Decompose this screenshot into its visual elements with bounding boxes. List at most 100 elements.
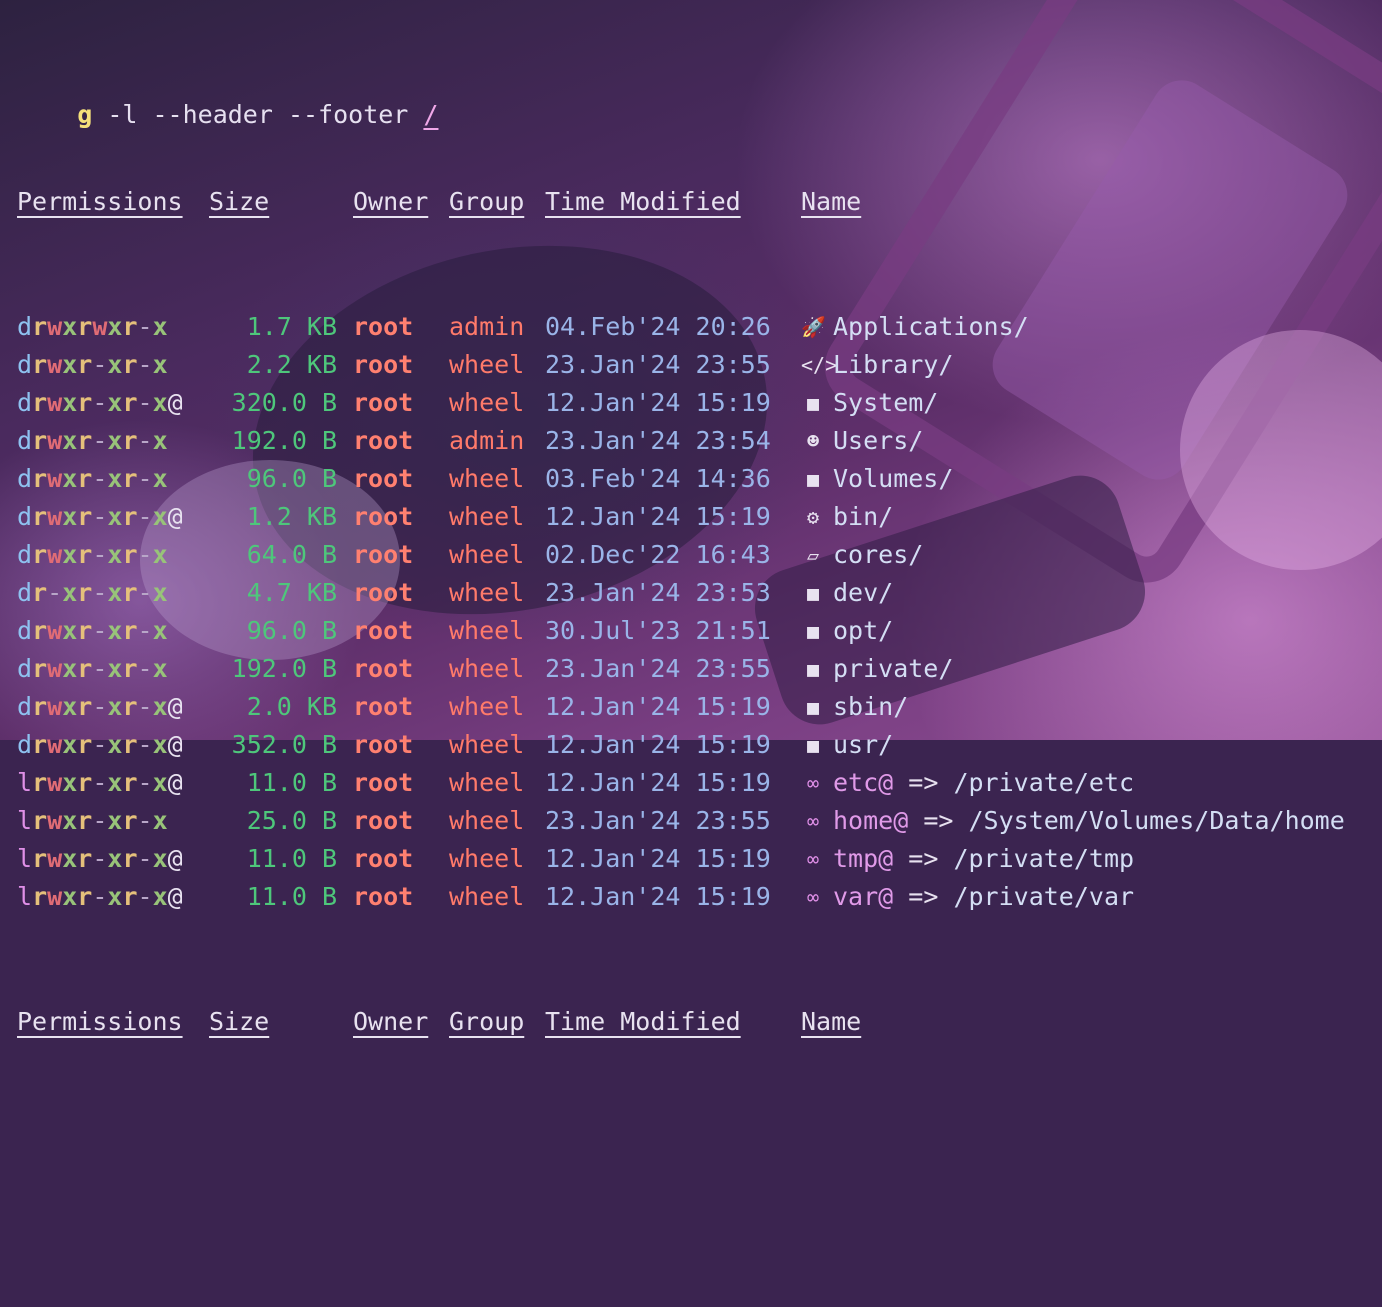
file-name[interactable]: bin/ [833,502,893,531]
table-row[interactable]: drwxr-xr-x@ 2.0 KB root wheel 12.Jan'24 15:1… [17,688,908,726]
owner-cell: root [353,502,414,531]
link-target[interactable]: /private/tmp [953,844,1134,873]
table-row[interactable]: drwxr-xr-x 96.0 B root wheel 30.Jul'23 21:51… [17,612,893,650]
name-cell[interactable]: tmp@ => /private/tmp [833,840,1134,878]
permission-type: d [17,616,33,645]
time-cell: 12.Jan'24 15:19 [545,502,771,531]
file-name[interactable]: etc@ [833,768,893,797]
table-row[interactable]: lrwxr-xr-x@ 11.0 Broot wheel 12.Jan'24 15:1… [17,840,1134,878]
name-cell[interactable]: home@ => /System/Volumes/Data/home [833,802,1345,840]
file-name[interactable]: home@ [833,806,908,835]
file-name[interactable]: dev/ [833,578,893,607]
table-row[interactable]: drwxr-xr-x@ 352.0 Broot wheel 12.Jan'24 15:… [17,726,893,764]
header-name: Name [801,187,862,216]
table-row[interactable]: drwxr-xr-x@ 1.2 KB root wheel 12.Jan'24 15:1… [17,498,893,536]
file-name[interactable]: usr/ [833,730,893,759]
footer-owner: Owner [353,1007,429,1036]
link-target[interactable]: /private/var [953,882,1134,911]
name-cell[interactable]: sbin/ [833,688,908,726]
owner-cell: root [353,730,414,759]
table-row[interactable]: drwxr-xr-x 64.0 B root wheel 02.Dec'22 16:43… [17,536,923,574]
code-icon: </> [801,353,838,377]
table-row[interactable]: drwxrwxr-x 1.7 KB root admin 04.Feb'24 20:26… [17,308,1029,346]
owner-cell: root [353,844,414,873]
permission-bits: rwxr-xr-x [32,882,168,911]
table-row[interactable]: lrwxr-xr-x@ 11.0 Broot wheel 12.Jan'24 15:1… [17,764,1134,802]
permission-type: l [17,844,33,873]
group-cell: wheel [449,806,525,835]
owner-cell: root [353,540,414,569]
file-name[interactable]: opt/ [833,616,893,645]
permission-bits: rwxrwxr-x [32,312,168,341]
permission-bits: rwxr-xr-x [32,692,168,721]
xattr-marker: @ [167,388,183,417]
command-path[interactable]: / [423,100,438,129]
size-cell: 11.0 B [246,882,337,911]
folder-icon: ■ [806,581,820,605]
file-name[interactable]: Library/ [833,350,953,379]
time-cell: 12.Jan'24 15:19 [545,882,771,911]
permissions-cell: drwxr-xr-x [17,536,168,574]
file-name[interactable]: var@ [833,882,893,911]
name-cell[interactable]: System/ [833,384,938,422]
permissions-cell: lrwxr-xr-x@ [17,840,183,878]
permissions-cell: drwxr-xr-x@ [17,498,183,536]
file-name[interactable]: tmp@ [833,844,893,873]
name-cell[interactable]: bin/ [833,498,893,536]
xattr-marker: @ [167,768,183,797]
permission-bits: rwxr-xr-x [32,426,168,455]
link-target[interactable]: /System/Volumes/Data/home [969,806,1345,835]
folder-icon: ■ [806,467,820,491]
table-row[interactable]: dr-xr-xr-x 4.7 KB root wheel 23.Jan'24 23:53… [17,574,893,612]
link-target[interactable]: /private/etc [953,768,1134,797]
name-cell[interactable]: etc@ => /private/etc [833,764,1134,802]
group-cell: wheel [449,464,525,493]
permission-bits: rwxr-xr-x [32,844,168,873]
table-row[interactable]: drwxr-xr-x 192.0 B root admin 23.Jan'24 23:5… [17,422,923,460]
group-cell: wheel [449,350,525,379]
time-cell: 12.Jan'24 15:19 [545,730,771,759]
table-row[interactable]: drwxr-xr-x 96.0 B root wheel 03.Feb'24 14:36… [17,460,953,498]
size-cell: 25.0 B [246,806,337,835]
file-name[interactable]: Volumes/ [833,464,953,493]
size-cell: 96.0 B [246,464,337,493]
rocket-icon: 🚀 [801,315,826,339]
name-cell[interactable]: dev/ [833,574,893,612]
time-cell: 23.Jan'24 23:55 [545,806,771,835]
name-cell[interactable]: usr/ [833,726,893,764]
name-cell[interactable]: Library/ [833,346,953,384]
link-icon: ∞ [806,771,820,795]
file-name[interactable]: Applications/ [833,312,1029,341]
name-cell[interactable]: var@ => /private/var [833,878,1134,916]
footer-group: Group [449,1007,525,1036]
group-cell: wheel [449,768,525,797]
name-cell[interactable]: Volumes/ [833,460,953,498]
permission-bits: rwxr-xr-x [32,768,168,797]
table-row[interactable]: drwxr-xr-x 2.2 KB root wheel 23.Jan'24 23:55… [17,346,953,384]
file-name[interactable]: System/ [833,388,938,417]
table-row[interactable]: drwxr-xr-x@ 320.0 Broot wheel 12.Jan'24 15:… [17,384,938,422]
table-row[interactable]: lrwxr-xr-x 25.0 B root wheel 23.Jan'24 23:55… [17,802,1345,840]
time-cell: 23.Jan'24 23:54 [545,426,771,455]
file-name[interactable]: Users/ [833,426,923,455]
name-cell[interactable]: Applications/ [833,308,1029,346]
name-cell[interactable]: opt/ [833,612,893,650]
file-name[interactable]: private/ [833,654,953,683]
file-name[interactable]: cores/ [833,540,923,569]
table-row[interactable]: drwxr-xr-x 192.0 B root wheel 23.Jan'24 23:5… [17,650,953,688]
owner-cell: root [353,578,414,607]
owner-cell: root [353,654,414,683]
link-arrow: => [923,806,954,835]
size-cell: 11.0 B [246,768,337,797]
header-size: Size [209,187,270,216]
name-cell[interactable]: Users/ [833,422,923,460]
name-cell[interactable]: cores/ [833,536,923,574]
size-cell: 192.0 B [231,426,337,455]
folder-open-icon: ▱ [806,543,820,567]
footer-name: Name [801,1007,862,1036]
name-cell[interactable]: private/ [833,650,953,688]
time-cell: 12.Jan'24 15:19 [545,768,771,797]
file-name[interactable]: sbin/ [833,692,908,721]
table-row[interactable]: lrwxr-xr-x@ 11.0 Broot wheel 12.Jan'24 15:1… [17,878,1134,916]
folder-icon: ■ [806,657,820,681]
